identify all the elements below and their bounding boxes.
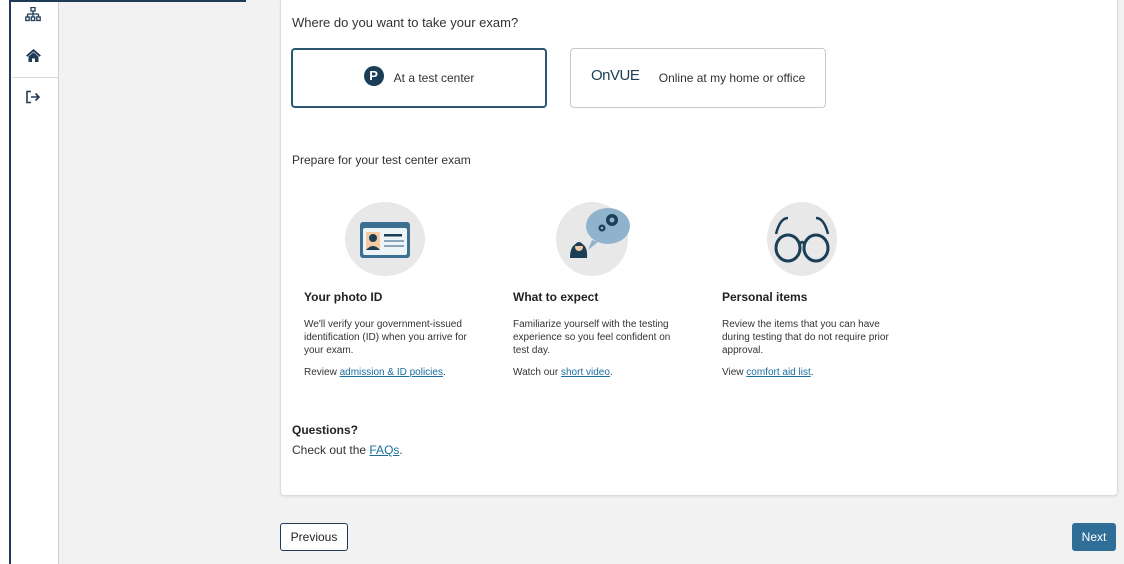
- photo-id-link-prefix: Review: [304, 367, 340, 378]
- left-sidebar: [0, 0, 246, 564]
- sign-out-icon[interactable]: [22, 86, 44, 108]
- comfort-aid-list-link[interactable]: comfort aid list: [746, 367, 810, 378]
- questions-heading: Questions?: [292, 423, 359, 437]
- location-question: Where do you want to take your exam?: [292, 15, 519, 30]
- prepare-heading: Prepare for your test center exam: [292, 153, 471, 167]
- online-label: Online at my home or office: [658, 71, 806, 85]
- video-link-suffix: .: [609, 367, 613, 378]
- previous-button[interactable]: Previous: [280, 523, 348, 551]
- sitemap-icon[interactable]: [22, 4, 44, 26]
- home-icon[interactable]: [22, 44, 44, 66]
- video-link-prefix: Watch our: [513, 367, 561, 378]
- online-option[interactable]: OnVUE Online at my home or office: [570, 48, 826, 108]
- faq-suffix: .: [399, 443, 403, 457]
- what-to-expect-column: What to expect Familiarize yourself with…: [513, 290, 683, 378]
- pearson-logo-icon: P: [363, 65, 384, 86]
- svg-text:OnVUE: OnVUE: [591, 67, 640, 84]
- sidebar-edge: [9, 0, 11, 564]
- onvue-logo: OnVUE: [591, 63, 651, 90]
- photo-id-column: Your photo ID We'll verify your governme…: [304, 290, 474, 378]
- personal-items-link-line: View comfort aid list.: [722, 367, 892, 378]
- photo-id-link-line: Review admission & ID policies.: [304, 367, 474, 378]
- top-accent-line: [9, 0, 246, 2]
- test-center-label: At a test center: [393, 71, 475, 85]
- what-to-expect-illustration: [550, 200, 640, 290]
- test-center-option[interactable]: P At a test center: [291, 48, 547, 108]
- next-button[interactable]: Next: [1072, 523, 1116, 551]
- comfort-link-suffix: .: [810, 367, 814, 378]
- comfort-link-prefix: View: [722, 367, 747, 378]
- faqs-link[interactable]: FAQs: [369, 443, 399, 457]
- personal-items-title: Personal items: [722, 290, 808, 304]
- sidebar-divider: [12, 77, 58, 78]
- photo-id-title: Your photo ID: [304, 290, 383, 304]
- short-video-link[interactable]: short video: [561, 367, 610, 378]
- photo-id-link-suffix: .: [442, 367, 446, 378]
- what-to-expect-link-line: Watch our short video.: [513, 367, 683, 378]
- personal-items-column: Personal items Review the items that you…: [722, 290, 892, 378]
- admission-id-policies-link[interactable]: admission & ID policies: [340, 367, 443, 378]
- faq-prefix: Check out the: [292, 443, 370, 457]
- what-to-expect-title: What to expect: [513, 290, 599, 304]
- photo-id-body: We'll verify your government-issued iden…: [304, 319, 467, 356]
- what-to-expect-body: Familiarize yourself with the testing ex…: [513, 319, 671, 356]
- personal-items-body: Review the items that you can have durin…: [722, 319, 889, 356]
- photo-id-illustration: [340, 200, 430, 290]
- faq-line: Check out the FAQs.: [292, 443, 403, 457]
- glasses-illustration: [760, 200, 850, 290]
